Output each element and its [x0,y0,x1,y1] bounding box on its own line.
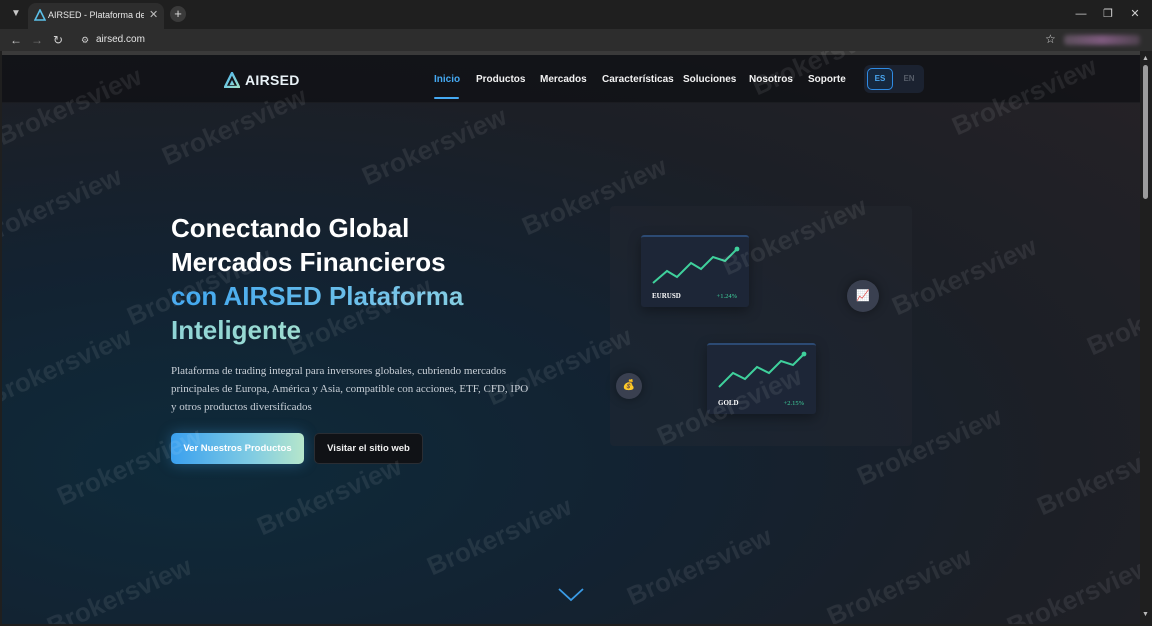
nav-mercados[interactable]: Mercados [540,74,587,85]
watermark: Brokersview [2,320,136,412]
restore-icon[interactable]: ❐ [1100,6,1116,22]
active-nav-underline [434,97,459,99]
nav-soluciones[interactable]: Soluciones [683,74,736,85]
scroll-down-arrow-icon[interactable]: ▼ [1142,611,1149,618]
airsed-favicon-icon [34,9,46,21]
minimize-icon[interactable]: — [1073,6,1089,22]
market-card-gold: GOLD +2.15% [707,343,816,414]
watermark: Brokersview [42,550,196,624]
vertical-scrollbar[interactable]: ▲ ▼ [1140,51,1150,624]
chart-icon: 📈 [847,280,879,312]
browser-toolbar: ← → ↻ ⚙ airsed.com ☆ [0,29,1152,51]
watermark: Brokersview [357,100,511,192]
lang-en-button[interactable]: EN [897,68,921,90]
scrollbar-thumb[interactable] [1143,65,1148,199]
market-visualization: EURUSD +1.24% GOLD +2.15% 📈 💰 [610,206,912,446]
nav-nosotros[interactable]: Nosotros [749,74,793,85]
blurred-profile-area [1064,35,1140,45]
watermark: Brokersview [1082,270,1140,362]
logo-text: AIRSED [245,72,300,88]
reload-icon[interactable]: ↻ [50,32,66,48]
hero-title-line-1: Conectando Global [171,213,410,243]
browser-tab[interactable]: AIRSED - Plataforma de Trad ✕ [28,3,164,29]
gold-change: +2.15% [783,400,804,407]
coin-icon: 💰 [616,373,642,399]
new-tab-button[interactable]: + [170,6,186,22]
back-icon[interactable]: ← [8,32,24,48]
eurusd-symbol: EURUSD [652,292,681,300]
visit-website-button[interactable]: Visitar el sitio web [314,433,423,464]
nav-inicio[interactable]: Inicio [434,74,460,85]
watermark: Brokersview [2,160,126,252]
watermark: Brokersview [1002,550,1140,624]
tab-title: AIRSED - Plataforma de Trad [48,10,144,20]
forward-icon[interactable]: → [29,32,45,48]
watermark: Brokersview [252,450,406,542]
watermark: Brokersview [1032,430,1140,522]
gold-symbol: GOLD [718,399,739,407]
hero-title-line-3: con AIRSED Plataforma [171,279,591,313]
hero-description: Plataforma de trading integral para inve… [171,365,529,413]
site-header: AIRSED Inicio Productos Mercados Caracte… [2,55,1140,103]
address-bar[interactable]: airsed.com [96,34,145,45]
language-switcher: ES EN [864,65,924,93]
watermark: Brokersview [822,540,976,624]
hero-title: Conectando Global Mercados Financieros c… [171,211,591,347]
market-card-eurusd: EURUSD +1.24% [641,235,749,307]
bookmark-star-icon[interactable]: ☆ [1045,32,1056,46]
site-logo[interactable]: AIRSED [224,71,300,89]
watermark: Brokersview [422,490,576,582]
tab-close-icon[interactable]: ✕ [149,8,158,21]
browser-tab-bar: ▼ AIRSED - Plataforma de Trad ✕ + — ❐ ✕ [0,0,1152,29]
nav-caracteristicas[interactable]: Características [602,74,674,85]
view-products-button[interactable]: Ver Nuestros Productos [171,433,304,464]
watermark: Brokersview [622,520,776,612]
airsed-logo-icon [224,72,240,88]
nav-productos[interactable]: Productos [476,74,525,85]
nav-soporte[interactable]: Soporte [808,74,846,85]
tab-search-icon[interactable]: ▼ [8,6,24,22]
scroll-up-arrow-icon[interactable]: ▲ [1142,55,1149,62]
hero-title-line-4: Inteligente [171,313,591,347]
scroll-down-chevron-icon[interactable] [558,588,584,602]
close-window-icon[interactable]: ✕ [1127,6,1143,22]
eurusd-change: +1.24% [716,293,737,300]
hero-title-line-2: Mercados Financieros [171,247,446,277]
page-viewport: AIRSED Inicio Productos Mercados Caracte… [2,51,1140,624]
site-info-icon[interactable]: ⚙ [78,33,92,47]
lang-es-button[interactable]: ES [867,68,893,90]
